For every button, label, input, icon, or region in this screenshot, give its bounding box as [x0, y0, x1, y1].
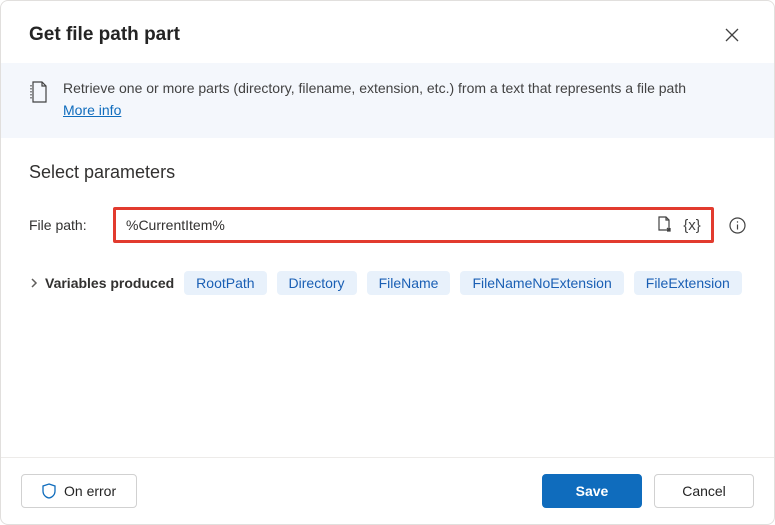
variables-row: Variables produced RootPath Directory Fi…	[29, 271, 746, 295]
file-picker-icon	[656, 216, 673, 234]
var-chip-directory[interactable]: Directory	[277, 271, 357, 295]
var-chip-filenamenoext[interactable]: FileNameNoExtension	[460, 271, 623, 295]
footer: On error Save Cancel	[1, 457, 774, 524]
info-banner: Retrieve one or more parts (directory, f…	[1, 63, 774, 138]
file-path-input-wrap: {x}	[113, 207, 714, 243]
title-bar: Get file path part	[1, 1, 774, 63]
file-path-input[interactable]	[126, 217, 647, 233]
info-icon	[729, 217, 746, 234]
content-area: Select parameters File path: {x}	[1, 138, 774, 457]
on-error-label: On error	[64, 483, 116, 499]
more-info-link[interactable]: More info	[63, 101, 121, 121]
chevron-right-icon	[29, 277, 39, 289]
file-path-label: File path:	[29, 217, 99, 233]
file-picker-button[interactable]	[653, 214, 675, 236]
variable-icon: {x}	[683, 217, 701, 234]
file-path-row: File path: {x}	[29, 207, 746, 243]
cancel-button[interactable]: Cancel	[654, 474, 754, 508]
dialog: Get file path part Retrieve one or more …	[0, 0, 775, 525]
file-path-info-button[interactable]	[728, 216, 746, 234]
variables-toggle[interactable]: Variables produced	[29, 275, 174, 291]
right-buttons: Save Cancel	[542, 474, 754, 508]
dialog-description: Retrieve one or more parts (directory, f…	[63, 80, 686, 96]
var-chip-rootpath[interactable]: RootPath	[184, 271, 266, 295]
on-error-button[interactable]: On error	[21, 474, 137, 508]
var-chip-filename[interactable]: FileName	[367, 271, 451, 295]
dialog-title: Get file path part	[29, 24, 180, 46]
variables-label: Variables produced	[45, 275, 174, 291]
close-icon	[725, 28, 739, 42]
section-heading: Select parameters	[29, 162, 746, 183]
close-button[interactable]	[718, 21, 746, 49]
var-chip-fileextension[interactable]: FileExtension	[634, 271, 742, 295]
save-button[interactable]: Save	[542, 474, 642, 508]
banner-text: Retrieve one or more parts (directory, f…	[63, 79, 686, 120]
variable-picker-button[interactable]: {x}	[681, 214, 703, 236]
shield-icon	[42, 483, 56, 499]
file-icon	[29, 81, 49, 106]
